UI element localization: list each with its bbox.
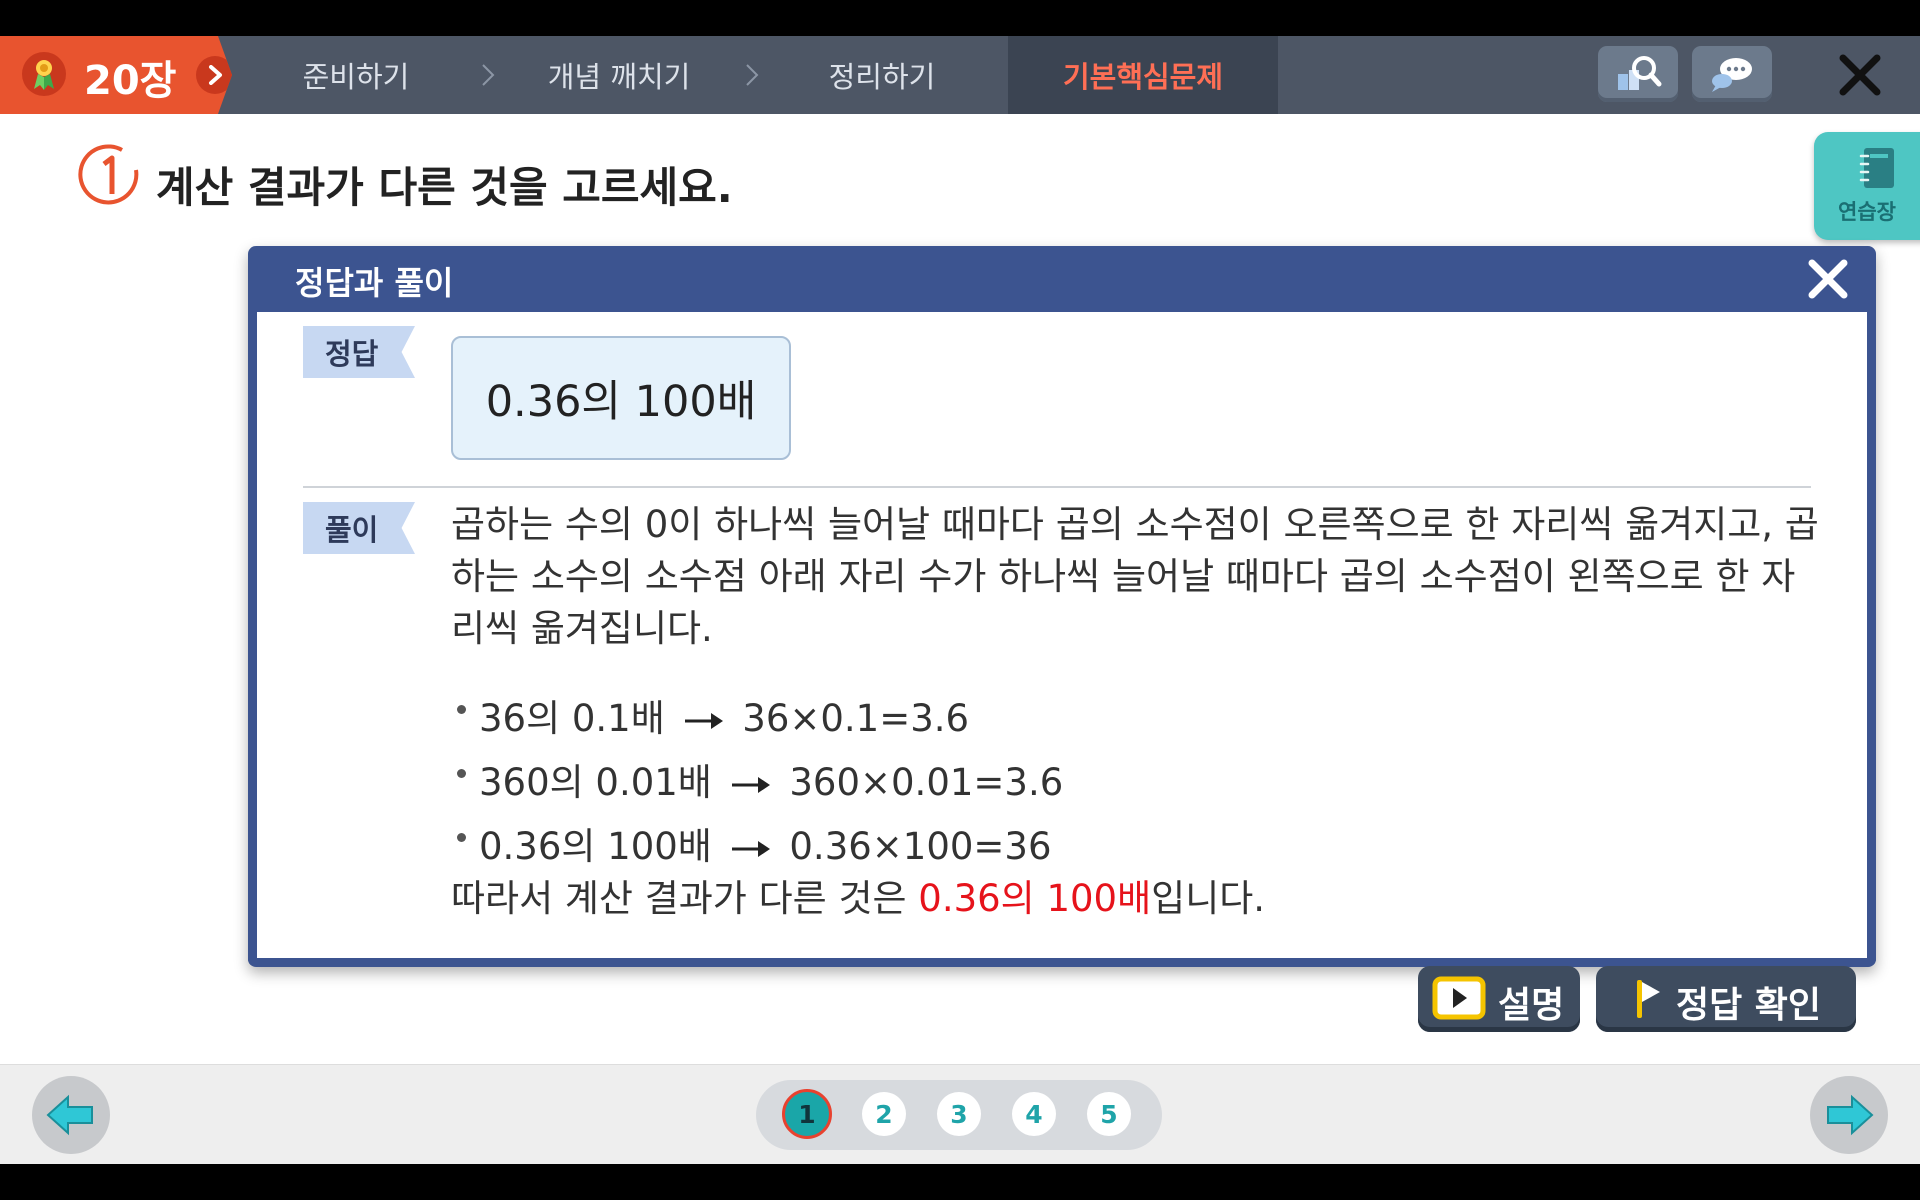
dialog-header: 정답과 풀이 [257,246,1867,312]
pagination: 1 2 3 4 5 [756,1080,1162,1150]
question-text: 계산 결과가 다른 것을 고르세요. [156,163,733,212]
page-button-5[interactable]: 5 [1087,1092,1131,1136]
step-separator-icon [482,64,495,86]
chat-button[interactable] [1692,46,1772,102]
tab-label: 기본핵심문제 [1062,60,1224,94]
conclusion-highlight: 0.36의 100배 [918,877,1152,920]
flag-icon [1637,980,1660,1018]
tab-label: 준비하기 [302,60,410,94]
solution-item-right: 360×0.01=3.6 [789,761,1064,804]
solution-item: 36의 0.1배 36×0.1=3.6 [457,688,970,742]
solution-item: 0.36의 100배 0.36×100=36 [457,816,1052,870]
solution-item-left: 36의 0.1배 [479,697,665,740]
tab-prepare[interactable]: 준비하기 [258,36,454,114]
divider [303,486,1811,488]
chapter-label: 20장 [84,58,177,104]
previous-button[interactable] [32,1076,110,1154]
solution-conclusion: 따라서 계산 결과가 다른 것은 0.36의 100배입니다. [451,868,1265,922]
bullet-icon [457,705,466,714]
explain-label: 설명 [1498,985,1565,1026]
arrow-right-icon [684,712,723,729]
tab-concept[interactable]: 개념 깨치기 [512,36,726,114]
conclusion-suffix: 입니다. [1151,877,1266,920]
solution-item: 360의 0.01배 360×0.01=3.6 [457,752,1064,806]
tab-label: 정리하기 [828,60,936,94]
explain-button[interactable]: 설명 [1418,966,1580,1032]
next-button[interactable] [1810,1076,1888,1154]
solution-item-left: 360의 0.01배 [479,761,712,804]
check-answer-label: 정답 확인 [1676,985,1822,1026]
page-button-1[interactable]: 1 [782,1089,832,1139]
step-separator-icon [746,64,759,86]
bullet-icon [457,833,466,842]
check-answer-button[interactable]: 정답 확인 [1596,966,1856,1032]
app-screen: 20장 준비하기 개념 깨치기 정리하기 기본핵심문제 계산 결과가 다른 것을… [0,36,1920,1164]
answer-solution-dialog: 정답과 풀이 정답 0.36의 100배 풀이 곱하는 수의 0이 하나씩 늘어… [248,246,1876,967]
conclusion-prefix: 따라서 계산 결과가 다른 것은 [451,877,919,920]
arrow-right-icon [731,776,770,793]
top-navigation-bar: 20장 준비하기 개념 깨치기 정리하기 기본핵심문제 [0,36,1920,114]
solution-tag: 풀이 [303,502,415,554]
tab-core-problems[interactable]: 기본핵심문제 [1008,36,1278,114]
answer-tag: 정답 [303,326,415,378]
notebook-label: 연습장 [1838,200,1896,224]
notebook-icon [1859,148,1894,188]
play-video-icon [1432,976,1486,1020]
page-button-4[interactable]: 4 [1012,1092,1056,1136]
question-number-icon [78,144,139,205]
bullet-icon [457,769,466,778]
solution-item-right: 0.36×100=36 [789,825,1052,868]
arrow-right-icon [731,840,770,857]
chevron-right-icon[interactable] [196,56,232,94]
close-icon[interactable] [1835,50,1885,100]
page-button-3[interactable]: 3 [937,1092,981,1136]
solution-item-left: 0.36의 100배 [479,825,712,868]
arrow-left-icon [46,1094,93,1136]
search-book-button[interactable] [1598,46,1678,102]
chat-icon [1712,58,1752,92]
dialog-title: 정답과 풀이 [295,264,454,302]
practice-notebook-button[interactable]: 연습장 [1814,132,1920,240]
tab-summary[interactable]: 정리하기 [776,36,988,114]
solution-item-right: 36×0.1=3.6 [742,697,970,740]
answer-box: 0.36의 100배 [451,336,791,460]
page-button-2[interactable]: 2 [862,1092,906,1136]
chapter-badge[interactable]: 20장 [0,36,232,114]
tab-label: 개념 깨치기 [547,60,691,94]
medal-icon [22,52,66,96]
search-book-icon [1618,56,1662,90]
dialog-close-icon[interactable] [1803,254,1853,304]
solution-text: 곱하는 수의 0이 하나씩 늘어날 때마다 곱의 소수점이 오른쪽으로 한 자리… [451,503,1819,650]
arrow-right-icon [1827,1094,1874,1136]
